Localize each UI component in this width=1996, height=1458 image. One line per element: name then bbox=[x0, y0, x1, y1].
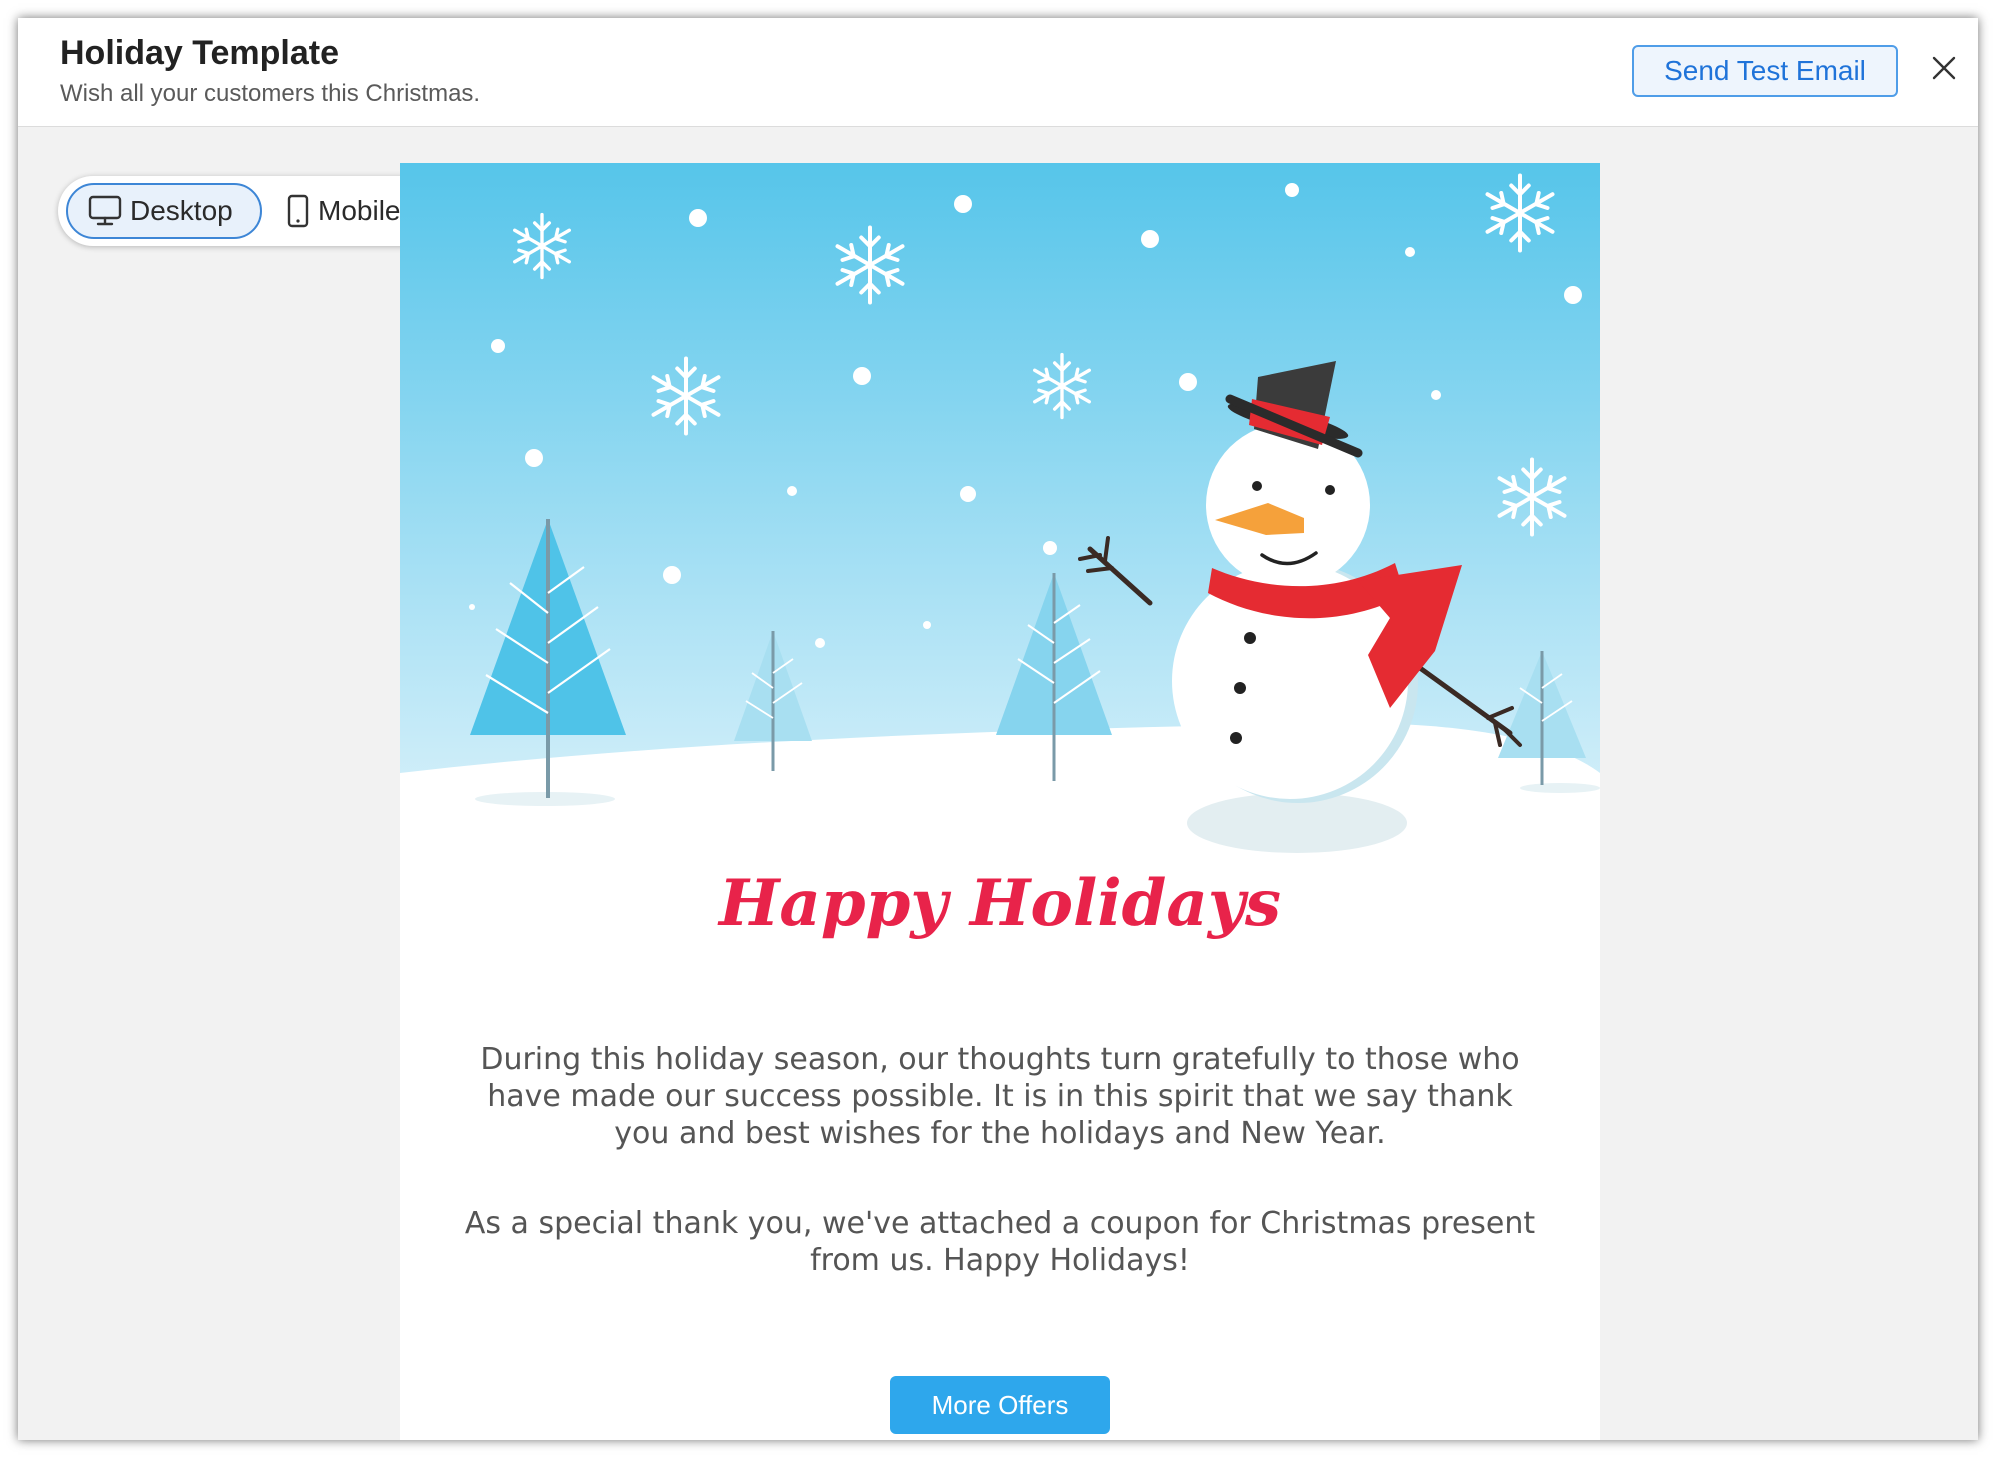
close-button[interactable] bbox=[1924, 48, 1964, 88]
happy-holidays-headline: Happy Holidays bbox=[717, 866, 1281, 941]
holiday-banner-illustration bbox=[400, 163, 1600, 863]
close-icon bbox=[1932, 56, 1956, 80]
modal-header: Holiday Template Wish all your customers… bbox=[18, 18, 1978, 127]
toggle-desktop-label: Desktop bbox=[130, 195, 233, 226]
view-toggle: Desktop Mobile bbox=[58, 176, 436, 246]
toggle-desktop[interactable]: Desktop bbox=[66, 183, 262, 239]
headline-text: Happy Holidays bbox=[717, 866, 1281, 941]
desktop-monitor-icon bbox=[88, 195, 122, 226]
page-title: Holiday Template bbox=[60, 34, 339, 72]
page-subtitle: Wish all your customers this Christmas. bbox=[60, 80, 481, 107]
email-body-paragraph: As a special thank you, we've attached a… bbox=[464, 1206, 1536, 1278]
send-test-email-button[interactable]: Send Test Email bbox=[1632, 45, 1898, 97]
toggle-mobile-label: Mobile bbox=[318, 195, 401, 226]
template-preview-modal: Holiday Template Wish all your customers… bbox=[18, 18, 1978, 1440]
email-preview: Happy Holidays During this holiday seaso… bbox=[400, 163, 1600, 1440]
email-body-paragraph: During this holiday season, our thoughts… bbox=[480, 1042, 1520, 1151]
mobile-phone-icon bbox=[287, 194, 309, 228]
more-offers-button[interactable]: More Offers bbox=[890, 1376, 1110, 1434]
